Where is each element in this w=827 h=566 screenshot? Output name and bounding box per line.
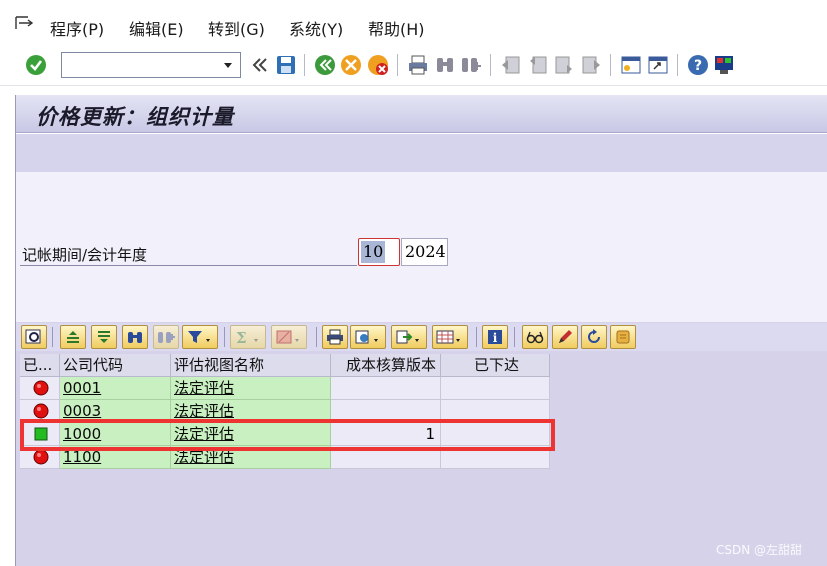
- exit-icon[interactable]: [340, 54, 362, 76]
- period-value[interactable]: 10: [361, 241, 385, 263]
- system-menu-icon[interactable]: [14, 15, 34, 31]
- column-header-released[interactable]: 已下达: [441, 354, 550, 377]
- sort-ascending-icon: [67, 331, 79, 343]
- sort-ascending-button[interactable]: [60, 325, 86, 349]
- shortcut-icon[interactable]: [647, 54, 669, 76]
- printer-icon: [327, 329, 343, 345]
- layout-grid-icon: [436, 330, 460, 344]
- red-light-icon: [33, 380, 49, 396]
- prev-page-icon[interactable]: [527, 54, 549, 76]
- scroll-icon: [616, 330, 630, 344]
- edit-button[interactable]: [552, 325, 578, 349]
- column-header-status[interactable]: 已...: [20, 354, 60, 377]
- svg-text:?: ?: [694, 58, 702, 74]
- next-page-icon[interactable]: [553, 54, 575, 76]
- refresh-button[interactable]: [581, 325, 607, 349]
- enter-check-icon[interactable]: [25, 54, 47, 76]
- find-button[interactable]: [122, 325, 148, 349]
- column-header-costing-version[interactable]: 成本核算版本: [331, 354, 441, 377]
- title-bar: 价格更新：组织计量: [16, 95, 827, 133]
- command-field[interactable]: [61, 52, 241, 78]
- sum-button[interactable]: Σ: [230, 325, 266, 349]
- watermark: CSDN @左甜甜: [716, 543, 803, 557]
- customize-layout-icon[interactable]: [713, 54, 735, 76]
- menu-program[interactable]: 程序(P): [50, 16, 104, 40]
- details-button[interactable]: [21, 325, 47, 349]
- first-page-icon[interactable]: [500, 54, 522, 76]
- sort-descending-icon: [98, 331, 110, 343]
- glasses-icon: [526, 331, 544, 344]
- print-icon[interactable]: [407, 54, 429, 76]
- magnifier-icon: [25, 329, 41, 344]
- export-icon: [396, 330, 419, 344]
- new-session-icon[interactable]: [620, 54, 642, 76]
- cancel-icon[interactable]: [367, 54, 389, 76]
- history-back-icon[interactable]: [249, 54, 271, 76]
- pencil-icon: [559, 330, 572, 343]
- info-button[interactable]: i: [482, 325, 508, 349]
- help-icon[interactable]: ?: [687, 54, 709, 76]
- menu-system[interactable]: 系统(Y): [289, 16, 343, 40]
- chevron-down-icon[interactable]: [219, 55, 237, 75]
- views-icon: [355, 330, 378, 344]
- sum-icon: Σ: [236, 329, 258, 345]
- svg-text:i: i: [493, 331, 498, 345]
- highlight-box: [20, 419, 555, 451]
- sort-descending-button[interactable]: [91, 325, 117, 349]
- fiscal-year-field[interactable]: 2024: [401, 238, 448, 266]
- menu-goto[interactable]: 转到(G): [208, 16, 265, 40]
- find-icon[interactable]: [434, 54, 456, 76]
- display-button[interactable]: [522, 325, 548, 349]
- refresh-icon: [588, 329, 600, 343]
- binoculars-icon: [128, 332, 142, 343]
- column-header-company-code[interactable]: 公司代码: [60, 354, 171, 377]
- red-light-icon: [33, 449, 49, 465]
- views-button[interactable]: [350, 325, 386, 349]
- last-page-icon[interactable]: [580, 54, 602, 76]
- page-title: 价格更新：组织计量: [36, 104, 234, 129]
- find-next-icon[interactable]: [460, 54, 482, 76]
- subtotal-icon: [276, 330, 299, 344]
- release-button[interactable]: [610, 325, 636, 349]
- filter-button[interactable]: [182, 325, 218, 349]
- view-name-cell: 法定评估: [171, 377, 331, 400]
- binoculars-plus-icon: [158, 332, 175, 343]
- filter-icon: [188, 331, 210, 343]
- menu-bar: 程序(P) 编辑(E) 转到(G) 系统(Y) 帮助(H): [0, 0, 827, 44]
- company-code-link[interactable]: 0001: [60, 377, 171, 400]
- export-button[interactable]: [391, 325, 427, 349]
- print-preview-button[interactable]: [322, 325, 348, 349]
- table-row-status: [20, 377, 60, 400]
- layout-button[interactable]: [432, 325, 468, 349]
- menu-help[interactable]: 帮助(H): [368, 16, 425, 40]
- menu-edit[interactable]: 编辑(E): [129, 16, 184, 40]
- back-icon[interactable]: [314, 54, 336, 76]
- released-cell: [441, 377, 550, 400]
- find-next-button[interactable]: [153, 325, 179, 349]
- column-header-view-name[interactable]: 评估视图名称: [171, 354, 331, 377]
- svg-text:Σ: Σ: [236, 329, 247, 345]
- period-year-label: 记帐期间/会计年度: [22, 246, 148, 264]
- red-light-icon: [33, 403, 49, 419]
- save-icon[interactable]: [275, 54, 297, 76]
- application-toolbar: [16, 134, 827, 172]
- command-input[interactable]: [66, 54, 216, 76]
- costing-version-cell: [331, 377, 441, 400]
- info-icon: i: [488, 330, 502, 345]
- subtotal-button[interactable]: [271, 325, 307, 349]
